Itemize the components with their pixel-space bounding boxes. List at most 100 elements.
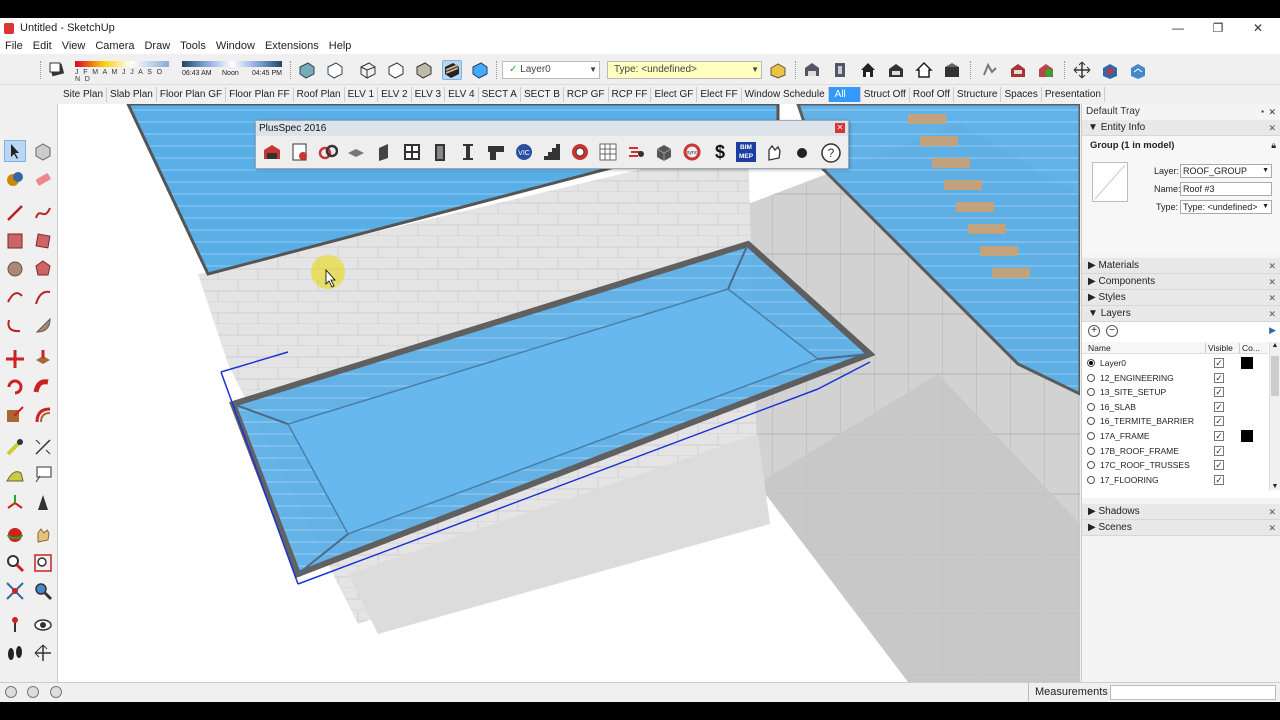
layer-row[interactable]: 12_ENGINEERING ✓: [1082, 371, 1268, 386]
plusspec-link-icon[interactable]: [318, 142, 339, 162]
plusspec-cost-icon[interactable]: $: [710, 142, 730, 162]
toolbar-grip[interactable]: [795, 61, 797, 79]
close-button[interactable]: ✕: [1238, 18, 1278, 38]
layers-name-column[interactable]: Name: [1088, 343, 1111, 353]
walk-tool-icon[interactable]: [4, 642, 26, 664]
eraser-icon[interactable]: [32, 168, 54, 190]
layer-color-swatch[interactable]: [1241, 357, 1253, 369]
monochrome-style-icon[interactable]: [470, 60, 490, 80]
two-point-arc-tool-icon[interactable]: [32, 286, 54, 308]
xray-style-icon[interactable]: [297, 60, 317, 80]
layer-row[interactable]: 17A_FRAME ✓: [1082, 429, 1268, 444]
push-pull-tool-icon[interactable]: [32, 348, 54, 370]
layer-details-icon[interactable]: ▶: [1269, 325, 1276, 336]
layer-row[interactable]: 16_TERMITE_BARRIER ✓: [1082, 414, 1268, 429]
scale-tool-icon[interactable]: [4, 404, 26, 426]
layer-dropdown[interactable]: ✓ Layer0 ▼: [502, 61, 600, 79]
tray-pin-icon[interactable]: ▪: [1261, 104, 1264, 120]
3d-text-tool-icon[interactable]: [32, 492, 54, 514]
layer-visible-checkbox[interactable]: ✓: [1214, 460, 1224, 471]
layer-row[interactable]: 17_FLOORING ✓: [1082, 473, 1268, 488]
offset-tool-icon[interactable]: [32, 404, 54, 426]
three-point-arc-tool-icon[interactable]: [4, 314, 26, 336]
tray-close-icon[interactable]: ✕: [1268, 104, 1276, 120]
toolbar-grip[interactable]: [970, 61, 972, 79]
layer-row[interactable]: Layer0 ✓: [1082, 356, 1268, 371]
follow-me-tool-icon[interactable]: [32, 376, 54, 398]
layer-visible-checkbox[interactable]: ✓: [1214, 416, 1224, 427]
back-view-icon[interactable]: [914, 60, 934, 80]
geolocation-icon[interactable]: [5, 686, 17, 698]
scene-tab[interactable]: ELV 1: [345, 86, 379, 102]
scene-tab[interactable]: Site Plan: [60, 86, 108, 102]
add-location-icon[interactable]: [1100, 60, 1120, 80]
layer-visible-checkbox[interactable]: ✓: [1214, 387, 1224, 398]
freehand-tool-icon[interactable]: [32, 202, 54, 224]
front-view-icon[interactable]: [858, 60, 878, 80]
plusspec-grid-icon[interactable]: [598, 142, 618, 162]
iso-view-icon[interactable]: [802, 60, 822, 80]
move-tool-icon[interactable]: [4, 348, 26, 370]
scene-tab[interactable]: Struct Off: [861, 86, 910, 102]
scene-tab[interactable]: Elect GF: [651, 86, 698, 102]
layer-row[interactable]: 17C_ROOF_TRUSSES ✓: [1082, 458, 1268, 473]
menu-file[interactable]: File: [0, 40, 28, 52]
close-icon[interactable]: ✕: [1268, 504, 1276, 520]
dimension-tool-icon[interactable]: [32, 436, 54, 458]
plusspec-slab-icon[interactable]: [346, 142, 366, 162]
plusspec-door-icon[interactable]: [430, 142, 450, 162]
plusspec-beam-icon[interactable]: [486, 142, 506, 162]
section-plane-icon[interactable]: [1008, 60, 1028, 80]
text-tool-icon[interactable]: [32, 464, 54, 486]
zoom-tool-icon[interactable]: [4, 552, 26, 574]
left-view-icon[interactable]: [942, 60, 962, 80]
scene-tab[interactable]: Slab Plan: [107, 86, 157, 102]
close-icon[interactable]: ✕: [1268, 520, 1276, 536]
menu-camera[interactable]: Camera: [90, 40, 139, 52]
restore-button[interactable]: ❐: [1198, 18, 1238, 38]
pan-arrows-icon[interactable]: [1072, 60, 1092, 80]
menu-view[interactable]: View: [57, 40, 91, 52]
active-layer-radio[interactable]: [1087, 432, 1095, 440]
active-layer-radio[interactable]: [1087, 388, 1095, 397]
layer-visible-checkbox[interactable]: ✓: [1214, 358, 1224, 368]
toolbar-grip[interactable]: [1064, 61, 1066, 79]
close-icon[interactable]: ✕: [1268, 290, 1276, 306]
rectangle-tool-icon[interactable]: [4, 230, 26, 252]
close-icon[interactable]: ✕: [1268, 120, 1276, 136]
active-layer-radio[interactable]: [1087, 359, 1095, 367]
entity-name-field[interactable]: Roof #3: [1180, 182, 1272, 196]
active-layer-radio[interactable]: [1087, 461, 1095, 470]
active-layer-radio[interactable]: [1087, 402, 1095, 411]
layer-visible-checkbox[interactable]: ✓: [1214, 372, 1224, 383]
plusspec-close-icon[interactable]: ✕: [835, 123, 845, 133]
axes-tool-icon[interactable]: [4, 492, 26, 514]
toolbar-grip[interactable]: [290, 61, 292, 79]
section-plane-tool-icon[interactable]: [32, 642, 54, 664]
back-edges-style-icon[interactable]: [325, 60, 345, 80]
delete-layer-icon[interactable]: −: [1106, 325, 1118, 337]
plusspec-speed-icon[interactable]: [626, 142, 646, 162]
shaded-style-icon[interactable]: [414, 60, 434, 80]
rotate-tool-icon[interactable]: [4, 376, 26, 398]
scene-tab[interactable]: SECT B: [521, 86, 564, 102]
entity-info-header[interactable]: ▼ Entity Info ✕: [1082, 120, 1280, 136]
scene-tab[interactable]: Elect FF: [697, 86, 742, 102]
scene-tab[interactable]: Roof Off: [910, 86, 954, 102]
active-layer-radio[interactable]: [1087, 475, 1095, 484]
menu-edit[interactable]: Edit: [28, 40, 57, 52]
circle-tool-icon[interactable]: [4, 258, 26, 280]
pie-tool-icon[interactable]: [32, 314, 54, 336]
scene-tab[interactable]: ELV 4: [445, 86, 479, 102]
layer-row[interactable]: 16_SLAB ✓: [1082, 400, 1268, 415]
layer-row[interactable]: 13_SITE_SETUP ✓: [1082, 385, 1268, 400]
shadow-date-slider[interactable]: J F M A M J J A S O N D: [73, 59, 171, 83]
plusspec-hand-icon[interactable]: [764, 142, 784, 162]
active-layer-radio[interactable]: [1087, 373, 1095, 382]
entity-type-dropdown[interactable]: Type: <undefined> ▼: [1180, 200, 1272, 214]
user-account-icon[interactable]: [50, 686, 62, 698]
close-icon[interactable]: ✕: [1268, 274, 1276, 290]
plusspec-column-icon[interactable]: [458, 142, 478, 162]
pan-tool-icon[interactable]: [32, 524, 54, 546]
scene-tab[interactable]: ELV 3: [412, 86, 446, 102]
